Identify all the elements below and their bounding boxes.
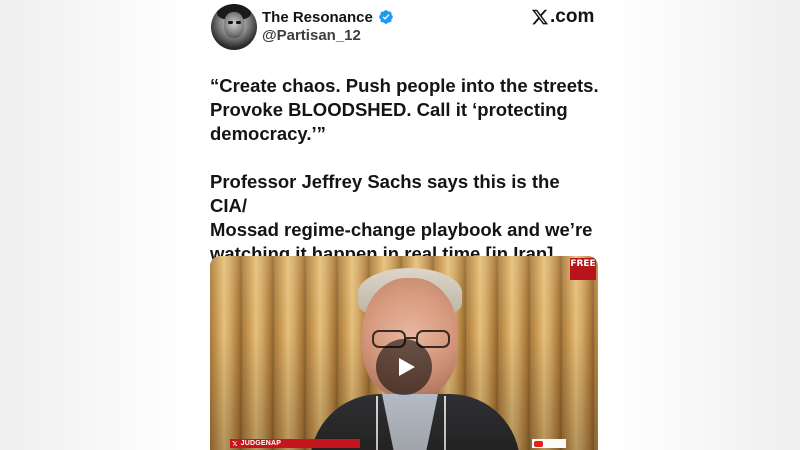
tweet-paragraph-claim: Professor Jeffrey Sachs says this is the… bbox=[210, 171, 593, 264]
chyron-left-label: JUDGENAP bbox=[240, 440, 282, 447]
video-free-badge-label: FREE bbox=[570, 259, 596, 269]
play-button[interactable] bbox=[376, 339, 432, 395]
author-handle[interactable]: @Partisan_12 bbox=[262, 27, 361, 44]
youtube-icon bbox=[534, 440, 543, 447]
x-com-link[interactable]: .com bbox=[531, 6, 594, 28]
author-display-name[interactable]: The Resonance bbox=[262, 9, 373, 26]
verified-badge-icon bbox=[379, 10, 393, 24]
play-icon bbox=[399, 358, 415, 376]
video-free-badge: FREE bbox=[570, 258, 596, 280]
avatar-eye-right bbox=[236, 21, 241, 24]
avatar-face bbox=[224, 12, 244, 38]
page: The Resonance @Partisan_12 .com “Create … bbox=[0, 0, 800, 450]
x-com-label: .com bbox=[550, 6, 595, 27]
video-chyron-left: 𝕏 JUDGENAP bbox=[230, 439, 360, 448]
video-player[interactable]: FREE 𝕏 JUDGENAP bbox=[210, 256, 598, 450]
avatar-eye-left bbox=[228, 21, 233, 24]
author-avatar[interactable] bbox=[211, 4, 257, 50]
tweet-text: “Create chaos. Push people into the stre… bbox=[210, 74, 600, 266]
x-logo-icon bbox=[531, 9, 549, 25]
video-chyron-right bbox=[532, 439, 566, 448]
tweet-paragraph-quote: “Create chaos. Push people into the stre… bbox=[210, 75, 599, 144]
author-name-row: The Resonance bbox=[262, 7, 394, 27]
chyron-x-icon: 𝕏 bbox=[232, 440, 238, 448]
